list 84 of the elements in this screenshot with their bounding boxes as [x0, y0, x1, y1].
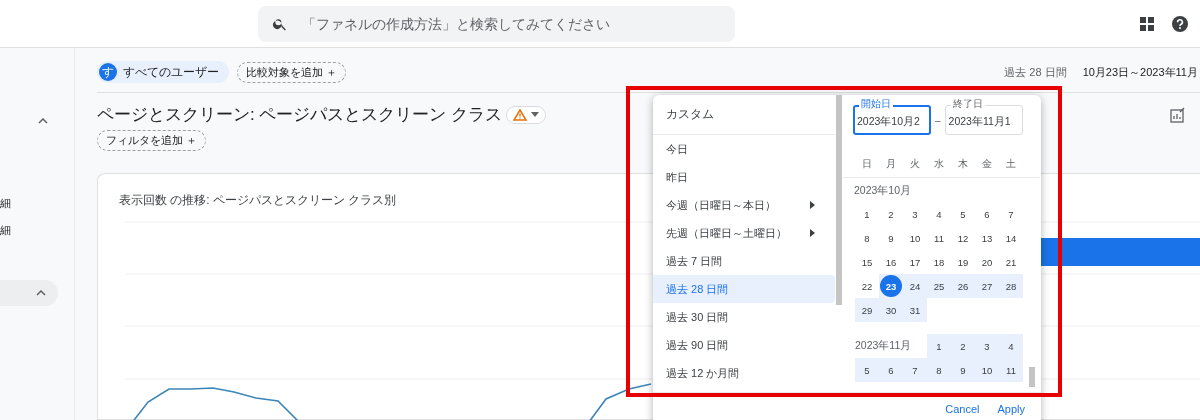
calendar-day[interactable]: 31 [903, 298, 927, 322]
weekday-label: 日 [861, 157, 873, 171]
chart-title: 表示回数 の推移: ページパスとスクリーン クラス別 [119, 192, 397, 209]
calendar-day[interactable]: 20 [975, 250, 999, 274]
calendar-day[interactable]: 5 [951, 202, 975, 226]
search-field[interactable]: 「ファネルの作成方法」と検索してみてください [258, 5, 735, 42]
calendar-day[interactable]: 4 [999, 334, 1023, 358]
calendar-day[interactable]: 25 [927, 274, 951, 298]
calendar-day[interactable]: 30 [879, 298, 903, 322]
weekday-label: 水 [933, 157, 945, 171]
calendar-day[interactable]: 8 [855, 226, 879, 250]
weekday-label: 金 [981, 157, 993, 171]
chevron-up-icon[interactable] [38, 118, 48, 124]
calendar-day[interactable]: 3 [903, 202, 927, 226]
weekday-label: 月 [885, 157, 897, 171]
segment-badge: す [99, 63, 117, 81]
calendar-day[interactable]: 16 [879, 250, 903, 274]
calendar-day[interactable]: 2 [951, 334, 975, 358]
help-icon[interactable] [1172, 15, 1188, 32]
chevron-up-icon[interactable] [36, 290, 46, 296]
date-preset-option[interactable]: 過去 30 日間 [653, 303, 835, 331]
warning-icon [513, 108, 528, 121]
date-period-label: 過去 28 日間 [1004, 64, 1067, 80]
scrollbar-thumb[interactable] [836, 95, 842, 305]
calendar-day[interactable]: 19 [951, 250, 975, 274]
calendar-day[interactable]: 14 [999, 226, 1023, 250]
scrollbar-thumb[interactable] [1029, 367, 1035, 387]
weekday-label: 木 [957, 157, 969, 171]
sidebar-item[interactable]: 細 [0, 223, 11, 238]
date-preset-option[interactable]: 今週（日曜日～本日） [653, 191, 835, 219]
date-preset-option[interactable]: 過去 28 日間 [653, 275, 835, 303]
date-preset-option[interactable]: 先週（日曜日～土曜日） [653, 219, 835, 247]
date-preset-option[interactable]: 過去 12 か月間 [653, 359, 835, 387]
weekday-label: 火 [909, 157, 921, 171]
calendar-day[interactable]: 11 [927, 226, 951, 250]
date-preset-option[interactable]: 今日 [653, 135, 835, 163]
calendar-day[interactable]: 13 [975, 226, 999, 250]
calendar-day[interactable]: 2 [879, 202, 903, 226]
calendar-day[interactable]: 21 [999, 250, 1023, 274]
calendar-day[interactable]: 26 [951, 274, 975, 298]
calendar-day[interactable]: 28 [999, 274, 1023, 298]
calendar-day[interactable]: 4 [927, 202, 951, 226]
calendar-day[interactable]: 7 [903, 358, 927, 382]
apply-button[interactable]: Apply [995, 401, 1027, 417]
calendar-day[interactable]: 15 [855, 250, 879, 274]
range-separator: – [935, 114, 941, 126]
weekday-label: 土 [1005, 157, 1017, 171]
cancel-button[interactable]: Cancel [943, 401, 982, 417]
calendar-day[interactable]: 18 [927, 250, 951, 274]
calendar-day[interactable]: 3 [975, 334, 999, 358]
report-title: ページとスクリーン: ページパスとスクリーン クラス [97, 104, 503, 126]
calendar-day[interactable]: 9 [951, 358, 975, 382]
month-label: 2023年10月 [853, 183, 913, 198]
calendar-day[interactable]: 22 [855, 274, 879, 298]
sidebar-item[interactable]: 細 [0, 196, 11, 211]
calendar-day[interactable]: 12 [951, 226, 975, 250]
caret-icon [531, 112, 540, 117]
date-preset-option[interactable]: 昨日 [653, 163, 835, 191]
date-preset-option[interactable]: 過去 7 日間 [653, 247, 835, 275]
calendar-day[interactable]: 9 [879, 226, 903, 250]
date-range-button[interactable]: 10月23日～2023年11月 [1082, 64, 1198, 80]
calendar-day[interactable]: 1 [855, 202, 879, 226]
calendar-day[interactable]: 24 [903, 274, 927, 298]
apps-grid-icon[interactable] [1140, 16, 1154, 31]
calendar-day[interactable]: 29 [855, 298, 879, 322]
calendar-day[interactable]: 1 [927, 334, 951, 358]
segment-label: すべてのユーザー [123, 63, 219, 81]
calendar-day[interactable]: 7 [999, 202, 1023, 226]
month-label: 2023年11月 [855, 338, 913, 353]
calendar-day[interactable]: 5 [855, 358, 879, 382]
calendar-day[interactable]: 11 [999, 358, 1023, 382]
calendar-day[interactable]: 8 [927, 358, 951, 382]
segment-chip[interactable]: す すべてのユーザー [97, 61, 229, 83]
warning-dropdown[interactable] [506, 105, 547, 124]
calendar-day[interactable]: 10 [903, 226, 927, 250]
calendar-day[interactable]: 27 [975, 274, 999, 298]
sidebar-section-toggle[interactable] [0, 280, 58, 306]
date-preset-option[interactable]: 過去 90 日間 [653, 331, 835, 359]
calendar-day[interactable]: 6 [975, 202, 999, 226]
calendar-day[interactable]: 23 [880, 275, 902, 297]
calendar-day[interactable]: 17 [903, 250, 927, 274]
calendar-day[interactable]: 6 [879, 358, 903, 382]
calendar-day[interactable]: 10 [975, 358, 999, 382]
edit-chart-icon[interactable] [1170, 106, 1186, 123]
